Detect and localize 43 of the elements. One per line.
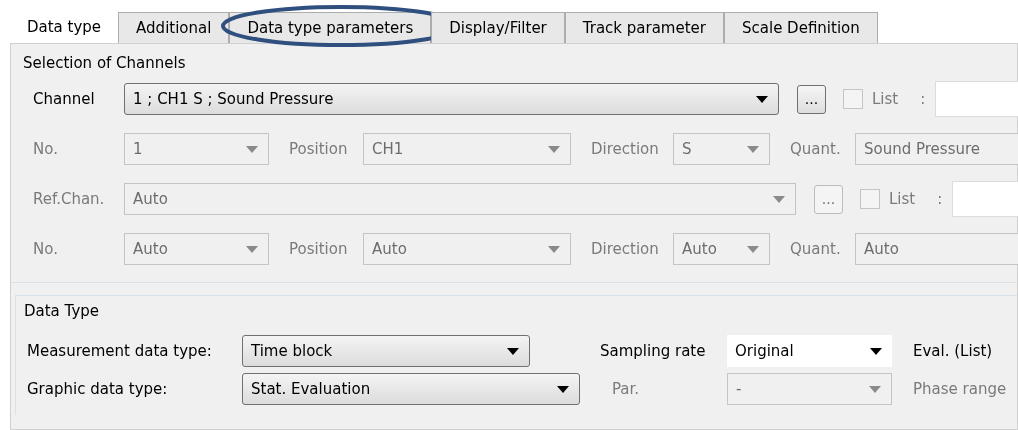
dropdown-arrow-icon: [756, 95, 768, 103]
dropdown-arrow-icon: [747, 145, 759, 153]
dropdown[interactable]: Time block: [242, 335, 530, 367]
tab[interactable]: Additional: [118, 12, 230, 43]
field-label: Phase range: [913, 378, 1007, 400]
field-label: Ref.Chan.: [33, 188, 106, 210]
group-title: Data Type: [23, 301, 101, 322]
dropdown-arrow-icon: [548, 245, 560, 253]
dropdown[interactable]: Stat. Evaluation: [242, 373, 580, 405]
dropdown-arrow-icon: [747, 245, 759, 253]
tab[interactable]: Display/Filter: [431, 12, 565, 43]
field-label: Quant.: [790, 238, 842, 260]
browse-button[interactable]: ...: [797, 84, 826, 114]
field-label: Sampling rate: [600, 340, 707, 362]
field-label: List: [889, 188, 916, 210]
field-label: Channel: [33, 88, 96, 110]
field-label: Quant.: [790, 138, 842, 160]
dropdown-arrow-icon: [773, 195, 785, 203]
dropdown-arrow-icon: [869, 385, 881, 393]
field-label: No.: [33, 138, 59, 160]
dropdown-arrow-icon: [557, 385, 569, 393]
dropdown-arrow-icon: [246, 145, 258, 153]
dropdown-arrow-icon: [507, 347, 519, 355]
dropdown[interactable]: 1 ; CH1 S ; Sound Pressure: [124, 83, 779, 115]
field-label: :: [920, 88, 926, 110]
field-label: List: [872, 88, 899, 110]
dropdown[interactable]: Original: [727, 335, 892, 367]
field-label: Direction: [591, 238, 660, 260]
tab[interactable]: Track parameter: [564, 12, 724, 43]
dropdown-arrow-icon: [246, 245, 258, 253]
dropdown-arrow-icon: [548, 145, 560, 153]
field-label: Eval. (List): [913, 340, 993, 362]
field-label: Direction: [591, 138, 660, 160]
dropdown-arrow-icon: [870, 347, 882, 355]
group-title: Selection of Channels: [22, 53, 187, 74]
field-label: Position: [289, 138, 349, 160]
field-label: :: [937, 188, 943, 210]
field-label: Graphic data type:: [27, 378, 169, 400]
field-label: Measurement data type:: [27, 340, 213, 362]
field-label: No.: [33, 238, 59, 260]
field-label: Position: [289, 238, 349, 260]
field-label: Par.: [612, 378, 641, 400]
tab[interactable]: Scale Definition: [724, 12, 878, 43]
